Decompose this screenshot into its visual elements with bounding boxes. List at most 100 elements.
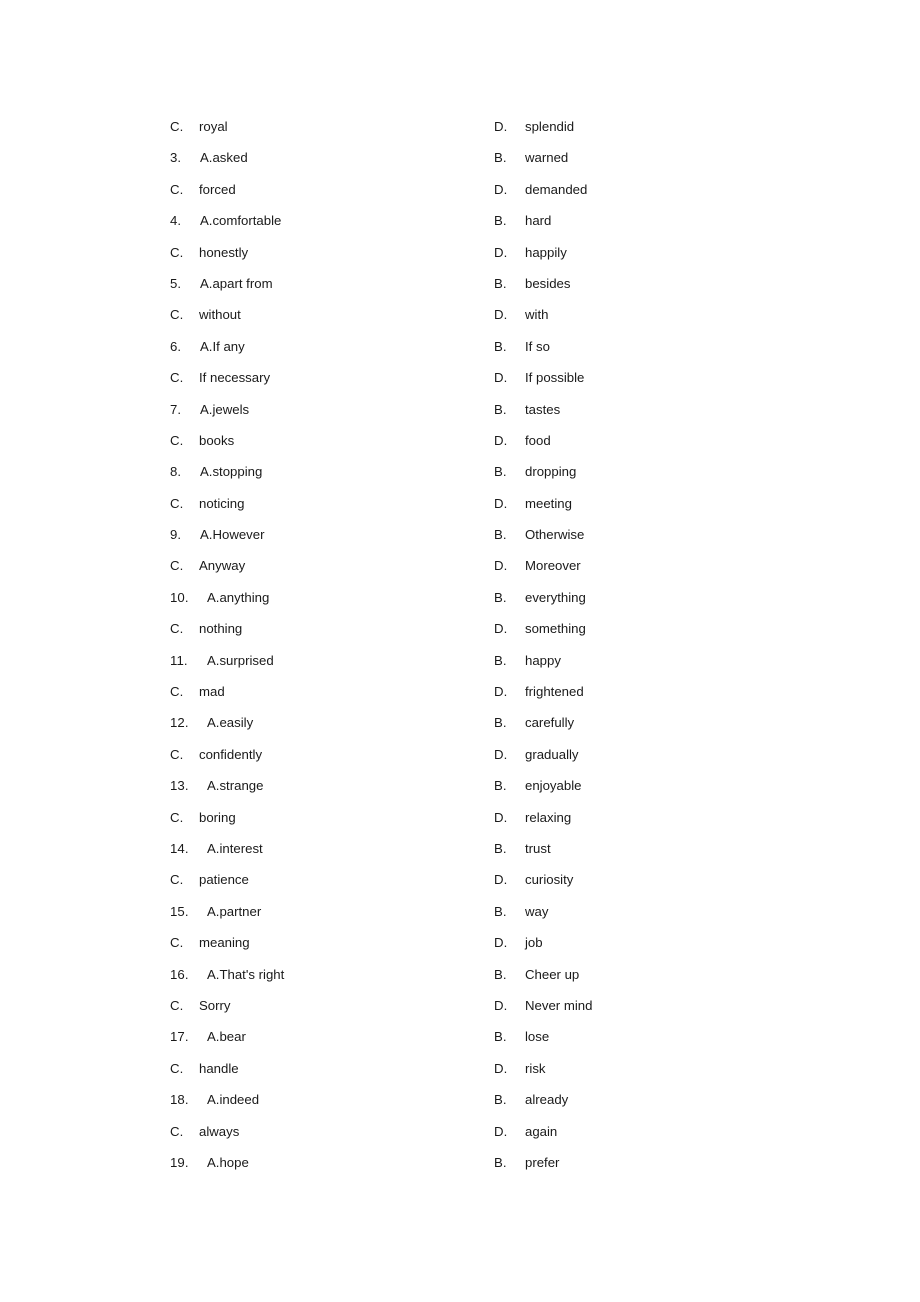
option-cell-left[interactable]: 12. A.easily (170, 707, 253, 738)
option-cell-left[interactable]: 6. A.If any (170, 331, 245, 362)
option-cell-right[interactable]: B. hard (494, 205, 551, 236)
option-row: 15. A.partner B. way (170, 896, 810, 927)
option-cell-left[interactable]: C. Sorry (170, 990, 231, 1021)
option-cell-left[interactable]: C. forced (170, 174, 236, 205)
option-cell-right[interactable]: B. tastes (494, 394, 560, 425)
option-row: C. forced D. demanded (170, 174, 810, 205)
option-cell-right[interactable]: D. Never mind (494, 990, 592, 1021)
option-cell-right[interactable]: B. warned (494, 142, 568, 173)
option-cell-right[interactable]: B. prefer (494, 1147, 559, 1178)
option-cell-left[interactable]: 7. A.jewels (170, 394, 249, 425)
option-letter-label: B. (494, 213, 507, 229)
option-cell-left[interactable]: C. without (170, 299, 241, 330)
option-cell-right[interactable]: B. dropping (494, 456, 576, 487)
question-number-label: 8. (170, 464, 182, 480)
option-cell-left[interactable]: 16. A.That's right (170, 959, 284, 990)
option-cell-right[interactable]: D. frightened (494, 676, 584, 707)
option-cell-left[interactable]: 9. A.However (170, 519, 265, 550)
option-cell-right[interactable]: D. again (494, 1116, 557, 1147)
option-cell-left[interactable]: C. handle (170, 1053, 239, 1084)
option-text: If possible (525, 370, 585, 386)
option-cell-left[interactable]: 17. A.bear (170, 1021, 246, 1052)
option-cell-left[interactable]: C. mad (170, 676, 225, 707)
option-cell-left[interactable]: C. always (170, 1116, 239, 1147)
option-cell-left[interactable]: 4. A.comfortable (170, 205, 281, 236)
option-cell-right[interactable]: B. carefully (494, 707, 574, 738)
option-letter-label: B. (494, 1029, 507, 1045)
option-cell-right[interactable]: D. risk (494, 1053, 546, 1084)
option-cell-right[interactable]: B. trust (494, 833, 551, 864)
option-row: C. Sorry D. Never mind (170, 990, 810, 1021)
option-text: relaxing (525, 809, 572, 825)
option-cell-right[interactable]: B. already (494, 1084, 568, 1115)
option-row: 4. A.comfortable B. hard (170, 205, 810, 236)
option-letter-label: C. (170, 684, 184, 700)
option-text: happily (525, 244, 567, 260)
option-text: boring (199, 809, 236, 825)
option-text: frightened (525, 684, 584, 700)
option-text: without (199, 307, 241, 323)
option-text: A.indeed (207, 1092, 260, 1108)
option-cell-left[interactable]: C. boring (170, 802, 236, 833)
option-cell-left[interactable]: 8. A.stopping (170, 456, 262, 487)
option-cell-right[interactable]: D. Moreover (494, 550, 581, 581)
option-text: everything (525, 589, 586, 605)
option-row: C. Anyway D. Moreover (170, 550, 810, 581)
option-cell-right[interactable]: B. Cheer up (494, 959, 579, 990)
option-cell-left[interactable]: C. honestly (170, 237, 248, 268)
option-letter-label: D. (494, 872, 508, 888)
option-cell-left[interactable]: 18. A.indeed (170, 1084, 259, 1115)
option-cell-left[interactable]: 11. A.surprised (170, 645, 274, 676)
option-cell-left[interactable]: 19. A.hope (170, 1147, 249, 1178)
option-cell-right[interactable]: D. gradually (494, 739, 579, 770)
option-cell-right[interactable]: D. splendid (494, 111, 574, 142)
option-letter-label: C. (170, 244, 184, 260)
option-letter-label: C. (170, 621, 184, 637)
option-text: A.apart from (200, 275, 273, 291)
option-cell-right[interactable]: B. lose (494, 1021, 549, 1052)
option-cell-right[interactable]: B. everything (494, 582, 586, 613)
option-cell-left[interactable]: C. royal (170, 111, 228, 142)
option-cell-right[interactable]: D. food (494, 425, 551, 456)
option-cell-left[interactable]: 13. A.strange (170, 770, 263, 801)
option-cell-right[interactable]: D. with (494, 299, 548, 330)
option-cell-left[interactable]: 10. A.anything (170, 582, 269, 613)
option-cell-right[interactable]: D. demanded (494, 174, 587, 205)
option-cell-right[interactable]: D. If possible (494, 362, 584, 393)
option-cell-right[interactable]: B. enjoyable (494, 770, 581, 801)
option-text: gradually (525, 746, 579, 762)
option-text: lose (525, 1029, 550, 1045)
option-cell-left[interactable]: C. noticing (170, 488, 244, 519)
option-cell-left[interactable]: C. confidently (170, 739, 262, 770)
option-letter-label: C. (170, 872, 184, 888)
option-text: again (525, 1123, 558, 1139)
option-cell-right[interactable]: D. job (494, 927, 543, 958)
option-cell-left[interactable]: C. books (170, 425, 234, 456)
option-text: handle (199, 1060, 239, 1076)
option-text: books (199, 432, 235, 448)
option-cell-left[interactable]: 14. A.interest (170, 833, 263, 864)
option-letter-label: D. (494, 558, 508, 574)
option-cell-left[interactable]: 5. A.apart from (170, 268, 273, 299)
option-cell-left[interactable]: 15. A.partner (170, 896, 261, 927)
option-cell-left[interactable]: C. nothing (170, 613, 242, 644)
option-cell-left[interactable]: C. meaning (170, 927, 250, 958)
option-cell-left[interactable]: C. If necessary (170, 362, 270, 393)
option-cell-right[interactable]: B. happy (494, 645, 561, 676)
option-row: 8. A.stopping B. dropping (170, 456, 810, 487)
option-cell-left[interactable]: C. patience (170, 864, 249, 895)
option-cell-right[interactable]: D. happily (494, 237, 567, 268)
option-text: carefully (525, 715, 575, 731)
option-row: C. always D. again (170, 1116, 810, 1147)
option-cell-right[interactable]: B. way (494, 896, 548, 927)
option-cell-right[interactable]: B. besides (494, 268, 570, 299)
option-cell-right[interactable]: B. Otherwise (494, 519, 584, 550)
option-cell-right[interactable]: D. curiosity (494, 864, 573, 895)
option-letter-label: B. (494, 275, 507, 291)
option-cell-left[interactable]: 3. A.asked (170, 142, 248, 173)
option-cell-left[interactable]: C. Anyway (170, 550, 245, 581)
option-cell-right[interactable]: D. meeting (494, 488, 572, 519)
option-cell-right[interactable]: D. relaxing (494, 802, 571, 833)
option-cell-right[interactable]: B. If so (494, 331, 550, 362)
option-cell-right[interactable]: D. something (494, 613, 586, 644)
